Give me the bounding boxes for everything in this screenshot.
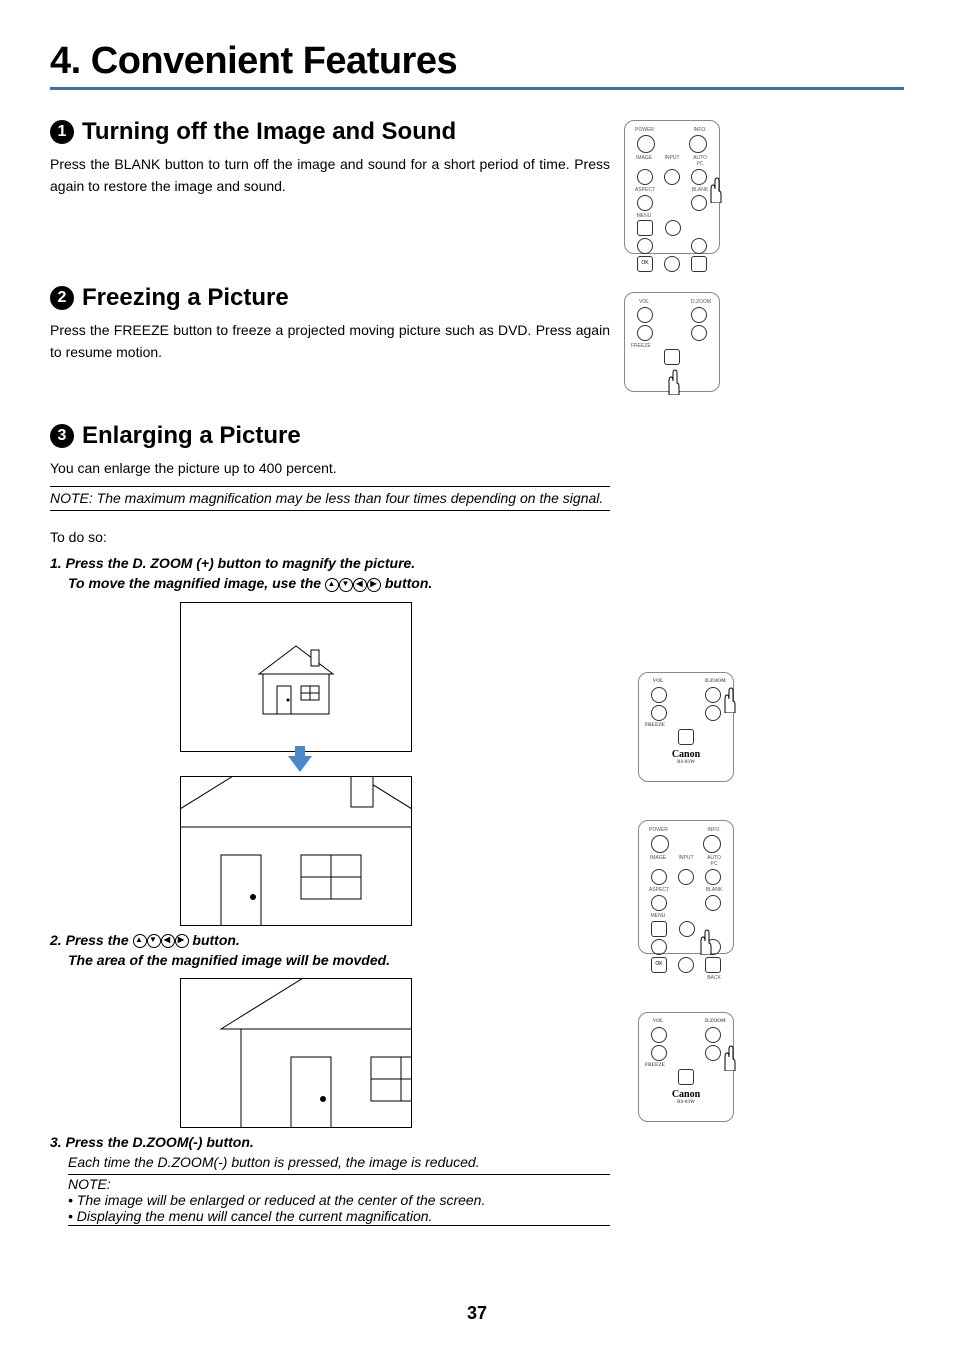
page-number: 37: [0, 1303, 954, 1324]
remote-illustration-freeze: VOLD.ZOOM FREEZE: [624, 292, 720, 392]
pointing-hand-icon: [705, 177, 725, 203]
s3-step1-sub: To move the magnified image, use the ▲▼◀…: [68, 575, 610, 592]
s3-step3: 3. Press the D.ZOOM(-) button.: [50, 1134, 610, 1150]
s2-body: Press the FREEZE button to freeze a proj…: [50, 320, 610, 363]
pointing-hand-icon: [695, 929, 715, 955]
house-icon: [241, 632, 351, 722]
remote-illustration-blank: POWERINFO. IMAGEINPUTAUTO PC ASPECTBLANK…: [624, 120, 720, 254]
s3-step2-sub: The area of the magnified image will be …: [68, 952, 610, 968]
house-enlarged-icon: [181, 777, 411, 925]
section-freezing: 2 Freezing a Picture Press the FREEZE bu…: [50, 284, 904, 392]
freeze-icon: [664, 349, 680, 365]
arrow-keys-icon: ▲▼◀▶: [325, 577, 381, 591]
section-enlarging: 3 Enlarging a Picture You can enlarge th…: [50, 422, 904, 1226]
arrow-left-icon: [651, 939, 667, 955]
figure-pan: [180, 978, 420, 1128]
figure-house-panned: [180, 978, 412, 1128]
s3-heading: 3 Enlarging a Picture: [50, 422, 610, 450]
s2-num-badge: 2: [50, 286, 74, 310]
figure-zoom-sequence: [180, 602, 420, 926]
pointing-hand-icon: [719, 687, 739, 713]
s3-note2: NOTE: • The image will be enlarged or re…: [68, 1174, 610, 1226]
s1-heading: 1 Turning off the Image and Sound: [50, 118, 610, 146]
chapter-title: 4. Convenient Features: [50, 40, 904, 90]
info-icon: [689, 135, 707, 153]
s3-body: You can enlarge the picture up to 400 pe…: [50, 458, 610, 480]
s1-num-badge: 1: [50, 120, 74, 144]
arrow-keys-icon: ▲▼◀▶: [133, 934, 189, 948]
pointing-hand-icon: [663, 369, 683, 395]
remote-illustration-arrows: POWERINFO. IMAGEINPUTAUTO PC ASPECTBLANK…: [638, 820, 734, 954]
s3-step2: 2. Press the ▲▼◀▶ button.: [50, 932, 610, 949]
house-panned-icon: [181, 979, 411, 1127]
brand-logo: Canon: [645, 1089, 727, 1100]
remote-illustration-dzoom-plus: VOLD.ZOOM FREEZE Canon RS-03W: [638, 672, 734, 782]
s3-step3-sub: Each time the D.ZOOM(-) button is presse…: [68, 1154, 610, 1170]
s3-note: NOTE: The maximum magnification may be l…: [50, 486, 610, 511]
section-turning-off: 1 Turning off the Image and Sound Press …: [50, 118, 904, 254]
s3-num-badge: 3: [50, 424, 74, 448]
power-icon: [637, 135, 655, 153]
arrow-down-icon: [678, 957, 694, 973]
figure-house-small: [180, 602, 412, 752]
s3-step1: 1. Press the D. ZOOM (+) button to magni…: [50, 555, 610, 571]
s2-heading-text: Freezing a Picture: [82, 284, 289, 312]
s2-heading: 2 Freezing a Picture: [50, 284, 610, 312]
remote-illustration-dzoom-minus: VOLD.ZOOM FREEZE Canon RS-03W: [638, 1012, 734, 1122]
arrow-down-icon: [288, 756, 312, 772]
page: 4. Convenient Features 1 Turning off the…: [0, 0, 954, 1348]
s1-body: Press the BLANK button to turn off the i…: [50, 154, 610, 197]
s3-todo: To do so:: [50, 529, 610, 545]
brand-logo: Canon: [645, 749, 727, 760]
pointing-hand-icon: [719, 1045, 739, 1071]
figure-house-large: [180, 776, 412, 926]
s1-heading-text: Turning off the Image and Sound: [82, 118, 456, 146]
arrow-up-icon: [679, 921, 695, 937]
s3-heading-text: Enlarging a Picture: [82, 422, 301, 450]
